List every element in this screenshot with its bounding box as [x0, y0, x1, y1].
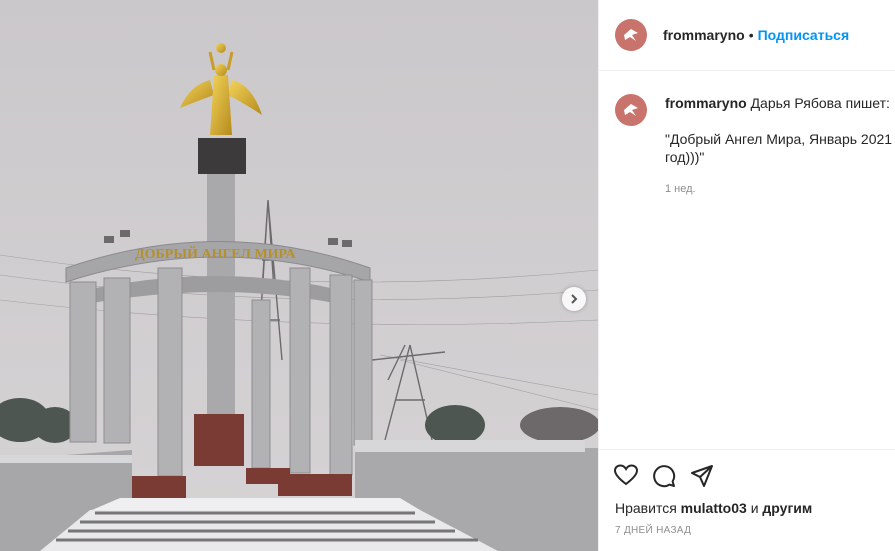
- likes-summary: Нравится mulatto03 и другим: [599, 488, 895, 516]
- instagram-post: ДОБРЫЙ АНГЕЛ МИРА frommaryno • Подписать…: [0, 0, 895, 551]
- caption-time-ago[interactable]: 1 нед.: [665, 180, 895, 198]
- share-button[interactable]: [690, 464, 714, 488]
- caption-avatar[interactable]: [615, 94, 647, 126]
- likes-middle: и: [750, 500, 759, 516]
- caption-comment: frommaryno Дарья Рябова пишет: "Добрый А…: [615, 94, 895, 198]
- post-sidebar: frommaryno • Подписаться frommaryno Дарь…: [598, 0, 895, 551]
- caption-text-block: frommaryno Дарья Рябова пишет: "Добрый А…: [665, 94, 895, 198]
- share-icon: [691, 465, 713, 487]
- post-photo[interactable]: ДОБРЫЙ АНГЕЛ МИРА: [0, 0, 598, 551]
- monument-photo: ДОБРЫЙ АНГЕЛ МИРА: [0, 0, 598, 551]
- like-button[interactable]: [614, 464, 638, 488]
- caption-quote: "Добрый Ангел Мира, Январь 2021 год)))": [665, 131, 893, 165]
- header-separator: •: [748, 27, 754, 43]
- caption-text: Дарья Рябова пишет:: [750, 95, 890, 111]
- post-footer: Нравится mulatto03 и другим 7 дней назад: [599, 449, 895, 536]
- action-bar: [599, 450, 895, 488]
- likes-prefix: Нравится: [615, 500, 677, 516]
- likes-user[interactable]: mulatto03: [681, 500, 747, 516]
- header-username[interactable]: frommaryno: [663, 27, 745, 43]
- avatar-logo-icon: [624, 29, 638, 41]
- caption-username[interactable]: frommaryno: [665, 95, 747, 111]
- comment-button[interactable]: [652, 464, 676, 488]
- next-photo-button[interactable]: [562, 287, 586, 311]
- avatar[interactable]: [615, 19, 647, 51]
- post-header: frommaryno • Подписаться: [599, 0, 895, 71]
- chevron-right-icon: [571, 294, 578, 304]
- avatar-logo-icon: [624, 104, 638, 116]
- post-date[interactable]: 7 дней назад: [599, 516, 895, 536]
- heart-icon: [614, 464, 638, 486]
- likes-others[interactable]: другим: [762, 500, 812, 516]
- monument-inscription: ДОБРЫЙ АНГЕЛ МИРА: [135, 245, 296, 262]
- comment-icon: [653, 465, 676, 488]
- follow-button[interactable]: Подписаться: [758, 27, 850, 43]
